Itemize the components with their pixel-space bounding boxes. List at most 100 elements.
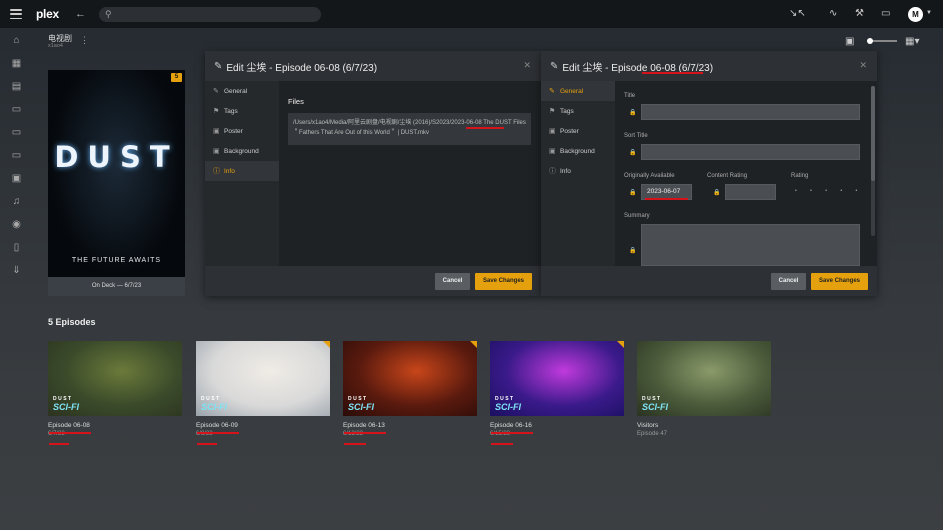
tab-tags[interactable]: ⚑ Tags: [541, 101, 615, 121]
title-field[interactable]: [641, 104, 860, 120]
camera-icon[interactable]: ◉: [11, 219, 22, 230]
monitor-icon[interactable]: ▭: [11, 127, 22, 138]
save-changes-button[interactable]: Save Changes: [475, 273, 532, 290]
dialog-nav: ✎ General ⚑ Tags ▣ Poster ▣ Background ⓘ Info: [541, 81, 615, 266]
activity-icon[interactable]: ∿: [829, 8, 837, 19]
menu-icon[interactable]: [10, 9, 22, 19]
sort-title-label: Sort Title: [624, 133, 648, 139]
tab-general[interactable]: ✎ General: [541, 81, 615, 101]
tab-poster[interactable]: ▣ Poster: [205, 121, 279, 141]
close-icon[interactable]: ✕: [859, 60, 867, 71]
episode-thumbnail[interactable]: DUST SCI-FI: [196, 341, 330, 416]
tv-icon[interactable]: ▭: [11, 150, 22, 161]
unwatched-corner: [323, 341, 330, 348]
episode-thumbnail[interactable]: DUST SCI-FI: [48, 341, 182, 416]
annotation-underline: [49, 432, 91, 434]
lock-icon[interactable]: 🔒: [713, 189, 720, 196]
tab-tags[interactable]: ⚑ Tags: [205, 101, 279, 121]
radio-icon[interactable]: ▣: [11, 173, 22, 184]
annotation-underline: [491, 432, 533, 434]
more-options-icon[interactable]: ⋮: [80, 35, 89, 46]
slider-handle[interactable]: [867, 37, 873, 44]
edit-dialog-info: ✎ Edit 尘埃 - Episode 06-08 (6/7/23) ✕ ✎ Ge…: [205, 51, 541, 296]
movies-icon[interactable]: ▦: [11, 58, 22, 69]
lock-icon[interactable]: 🔒: [629, 109, 636, 116]
chevron-down-icon[interactable]: ▼: [926, 10, 932, 16]
grid-view-icon[interactable]: ▦▾: [905, 36, 919, 47]
search-bar[interactable]: ⚲: [99, 7, 321, 22]
originally-available-label: Originally Available: [624, 173, 675, 179]
episode-thumbnail[interactable]: DUST SCI-FI: [490, 341, 624, 416]
cancel-button[interactable]: Cancel: [435, 273, 470, 290]
dialog-body: Files /Users/x1ao4/Media/阿里云剧盘/电视剧/尘埃 (2…: [279, 81, 541, 266]
pencil-icon: ✎: [213, 88, 219, 95]
tab-general[interactable]: ✎ General: [205, 81, 279, 101]
info-icon: ⓘ: [549, 168, 556, 175]
image-view-icon[interactable]: ▣: [845, 36, 854, 47]
plex-logo[interactable]: plex: [36, 7, 59, 21]
library-owner: x1ao4: [48, 43, 63, 49]
unwatched-corner: [617, 341, 624, 348]
tools-icon[interactable]: ⚒: [855, 8, 864, 19]
tab-background[interactable]: ▣ Background: [205, 141, 279, 161]
tab-info[interactable]: ⓘ Info: [205, 161, 279, 181]
avatar[interactable]: M: [908, 7, 923, 22]
dialog-footer: Cancel Save Changes: [541, 266, 877, 296]
image-icon: ▣: [549, 128, 556, 135]
episode-brand: DUST SCI-FI: [348, 396, 374, 412]
annotation-underline: [491, 443, 513, 445]
tv-icon[interactable]: ▭: [11, 104, 22, 115]
episode-card[interactable]: DUST SCI-FI Episode 06-09 6/8/23: [196, 341, 330, 437]
annotation-underline: [645, 198, 688, 200]
tag-icon: ⚑: [213, 108, 220, 115]
episode-brand: DUST SCI-FI: [495, 396, 521, 412]
bookmark-icon[interactable]: ▯: [11, 242, 22, 253]
episode-card[interactable]: DUST SCI-FI Episode 06-13 6/12/23: [343, 341, 477, 437]
episode-card[interactable]: DUST SCI-FI Visitors Episode 47: [637, 341, 771, 437]
dialog-nav: ✎ General ⚑ Tags ▣ Poster ▣ Background ⓘ Info: [205, 81, 279, 266]
rating-stars[interactable]: • • • • •: [795, 188, 863, 194]
originally-available-value: 2023-06-07: [647, 188, 681, 195]
lock-icon[interactable]: 🔒: [629, 189, 636, 196]
episode-title[interactable]: Visitors: [637, 422, 771, 429]
image-icon: ▣: [549, 148, 556, 155]
download-icon[interactable]: ⇓: [11, 265, 22, 276]
annotation-underline: [197, 443, 217, 445]
episode-card[interactable]: DUST SCI-FI Episode 06-08 6/7/23: [48, 341, 182, 437]
save-changes-button[interactable]: Save Changes: [811, 273, 868, 290]
content-rating-label: Content Rating: [707, 173, 748, 179]
fullscreen-exit-icon[interactable]: ↘↖: [789, 8, 806, 19]
episode-title[interactable]: Episode 06-16: [490, 422, 624, 429]
close-icon[interactable]: ✕: [523, 60, 531, 71]
film-icon[interactable]: ▤: [11, 81, 22, 92]
zoom-slider[interactable]: [867, 37, 897, 44]
lock-icon[interactable]: 🔒: [629, 247, 636, 254]
content-rating-field[interactable]: [725, 184, 776, 200]
tab-background[interactable]: ▣ Background: [541, 141, 615, 161]
episodes-heading: 5 Episodes: [48, 317, 96, 327]
episode-thumbnail[interactable]: DUST SCI-FI: [637, 341, 771, 416]
episode-title[interactable]: Episode 06-13: [343, 422, 477, 429]
episode-date: Episode 47: [637, 431, 668, 437]
annotation-underline: [642, 72, 703, 74]
tab-info[interactable]: ⓘ Info: [541, 161, 615, 181]
episode-thumbnail[interactable]: DUST SCI-FI: [343, 341, 477, 416]
summary-field[interactable]: [641, 224, 860, 266]
episode-title[interactable]: Episode 06-08: [48, 422, 182, 429]
show-poster[interactable]: DUST THE FUTURE AWAITS: [48, 70, 185, 277]
info-icon: ⓘ: [213, 168, 220, 175]
lock-icon[interactable]: 🔒: [629, 149, 636, 156]
music-icon[interactable]: ♫: [11, 196, 22, 207]
image-icon: ▣: [213, 148, 220, 155]
back-arrow-icon[interactable]: ←: [75, 8, 86, 20]
tab-poster[interactable]: ▣ Poster: [541, 121, 615, 141]
scrollbar[interactable]: [871, 86, 875, 236]
cast-icon[interactable]: ▭: [881, 8, 890, 19]
search-input[interactable]: [115, 10, 306, 19]
cancel-button[interactable]: Cancel: [771, 273, 806, 290]
home-icon[interactable]: ⌂: [11, 35, 22, 46]
episode-card[interactable]: DUST SCI-FI Episode 06-16 6/15/23: [490, 341, 624, 437]
episode-title[interactable]: Episode 06-09: [196, 422, 330, 429]
sort-title-field[interactable]: [641, 144, 860, 160]
on-deck-label[interactable]: On Deck — 6/7/23: [48, 277, 185, 296]
